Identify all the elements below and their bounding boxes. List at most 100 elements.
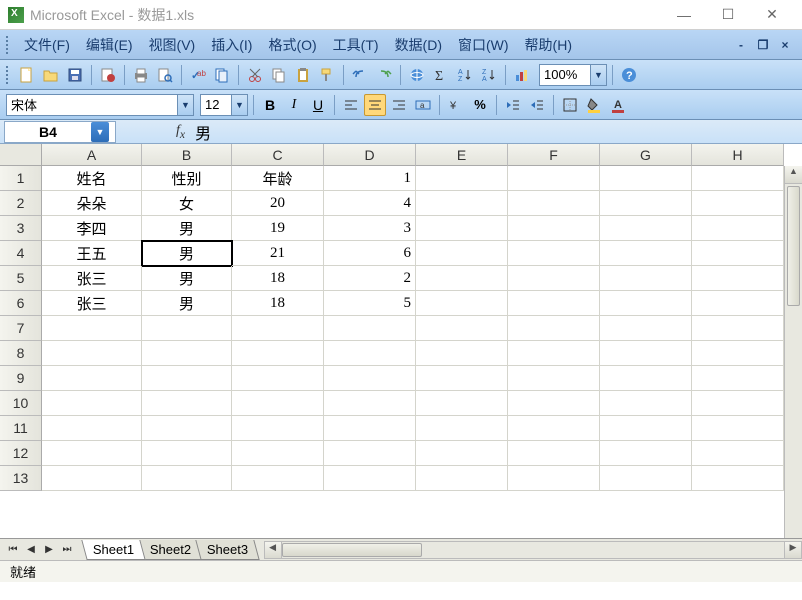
cell[interactable]: 张三 [42,266,142,291]
bold-icon[interactable]: B [259,94,281,116]
cell[interactable] [508,341,600,366]
menu-format[interactable]: 格式(O) [260,31,324,59]
cell[interactable] [600,416,692,441]
cell[interactable] [142,366,232,391]
cell[interactable] [692,466,784,491]
toolbar-handle[interactable] [6,66,12,84]
cell[interactable] [692,416,784,441]
open-icon[interactable] [40,64,62,86]
row-header[interactable]: 1 [0,166,42,191]
cell[interactable] [324,466,416,491]
next-sheet-icon[interactable]: ▶ [40,541,58,559]
cell[interactable] [42,466,142,491]
redo-icon[interactable] [373,64,395,86]
column-header[interactable]: C [232,144,324,166]
percent-icon[interactable]: % [469,94,491,116]
cell[interactable]: 19 [232,216,324,241]
vertical-scrollbar[interactable]: ▲ [784,166,802,538]
scroll-thumb[interactable] [282,543,422,557]
cell[interactable] [508,316,600,341]
scroll-right-icon[interactable]: ▶ [784,541,802,559]
name-box[interactable]: B4 ▼ [4,121,116,143]
cell[interactable] [508,416,600,441]
last-sheet-icon[interactable]: ⏭ [58,541,76,559]
dropdown-arrow-icon[interactable]: ▼ [590,65,606,85]
row-header[interactable]: 2 [0,191,42,216]
hyperlink-icon[interactable] [406,64,428,86]
cell[interactable] [232,316,324,341]
formula-value[interactable]: 男 [195,120,211,144]
cell[interactable] [416,366,508,391]
cell[interactable] [416,441,508,466]
cell[interactable] [416,416,508,441]
cell[interactable] [416,166,508,191]
column-header[interactable]: B [142,144,232,166]
increase-indent-icon[interactable] [526,94,548,116]
new-icon[interactable] [16,64,38,86]
cell[interactable] [232,466,324,491]
cell[interactable] [600,266,692,291]
column-header[interactable]: F [508,144,600,166]
sort-desc-icon[interactable]: ZA [478,64,500,86]
cell[interactable] [508,466,600,491]
cell[interactable] [692,441,784,466]
row-header[interactable]: 13 [0,466,42,491]
menu-tools[interactable]: 工具(T) [325,31,387,59]
cell[interactable] [692,191,784,216]
cell[interactable] [42,441,142,466]
cell[interactable] [692,266,784,291]
cell[interactable] [42,391,142,416]
cell[interactable] [142,391,232,416]
row-header[interactable]: 8 [0,341,42,366]
scroll-thumb[interactable] [787,186,800,306]
column-header[interactable]: H [692,144,784,166]
select-all-corner[interactable] [0,144,42,166]
cell[interactable] [42,316,142,341]
row-header[interactable]: 6 [0,291,42,316]
align-left-icon[interactable] [340,94,362,116]
cell[interactable] [324,341,416,366]
dropdown-arrow-icon[interactable]: ▼ [177,95,193,115]
font-color-icon[interactable]: A [607,94,629,116]
workbook-restore-button[interactable]: ❐ [754,37,772,53]
font-size-dropdown[interactable]: ▼ [200,94,248,116]
cell[interactable]: 男 [142,291,232,316]
sheet-tab[interactable]: Sheet2 [139,540,204,560]
cell[interactable] [142,416,232,441]
italic-icon[interactable]: I [283,94,305,116]
cell[interactable] [142,441,232,466]
print-preview-icon[interactable] [154,64,176,86]
prev-sheet-icon[interactable]: ◀ [22,541,40,559]
cell[interactable]: 18 [232,266,324,291]
permission-icon[interactable] [97,64,119,86]
cell[interactable] [416,241,508,266]
spelling-icon[interactable]: ✓abc [187,64,209,86]
cell[interactable] [324,316,416,341]
cell[interactable] [692,391,784,416]
cell[interactable]: 朵朵 [42,191,142,216]
cell[interactable]: 20 [232,191,324,216]
dropdown-arrow-icon[interactable]: ▼ [91,122,109,142]
cell[interactable] [324,441,416,466]
cell[interactable] [508,166,600,191]
sheet-tab[interactable]: Sheet1 [81,540,146,560]
scroll-up-icon[interactable]: ▲ [785,166,802,184]
cell[interactable]: 5 [324,291,416,316]
column-header[interactable]: G [600,144,692,166]
cell[interactable] [232,416,324,441]
paste-icon[interactable] [292,64,314,86]
font-dropdown[interactable]: ▼ [6,94,194,116]
cell[interactable] [416,191,508,216]
cell[interactable] [142,466,232,491]
maximize-button[interactable]: ☐ [706,1,750,29]
menu-help[interactable]: 帮助(H) [517,31,580,59]
cell[interactable]: 男 [142,241,232,266]
cell[interactable] [600,391,692,416]
cell[interactable] [142,316,232,341]
cell[interactable] [508,441,600,466]
cell[interactable]: 李四 [42,216,142,241]
menu-insert[interactable]: 插入(I) [203,31,260,59]
workbook-minimize-button[interactable]: - [732,37,750,53]
cell[interactable] [42,416,142,441]
cell[interactable] [416,341,508,366]
